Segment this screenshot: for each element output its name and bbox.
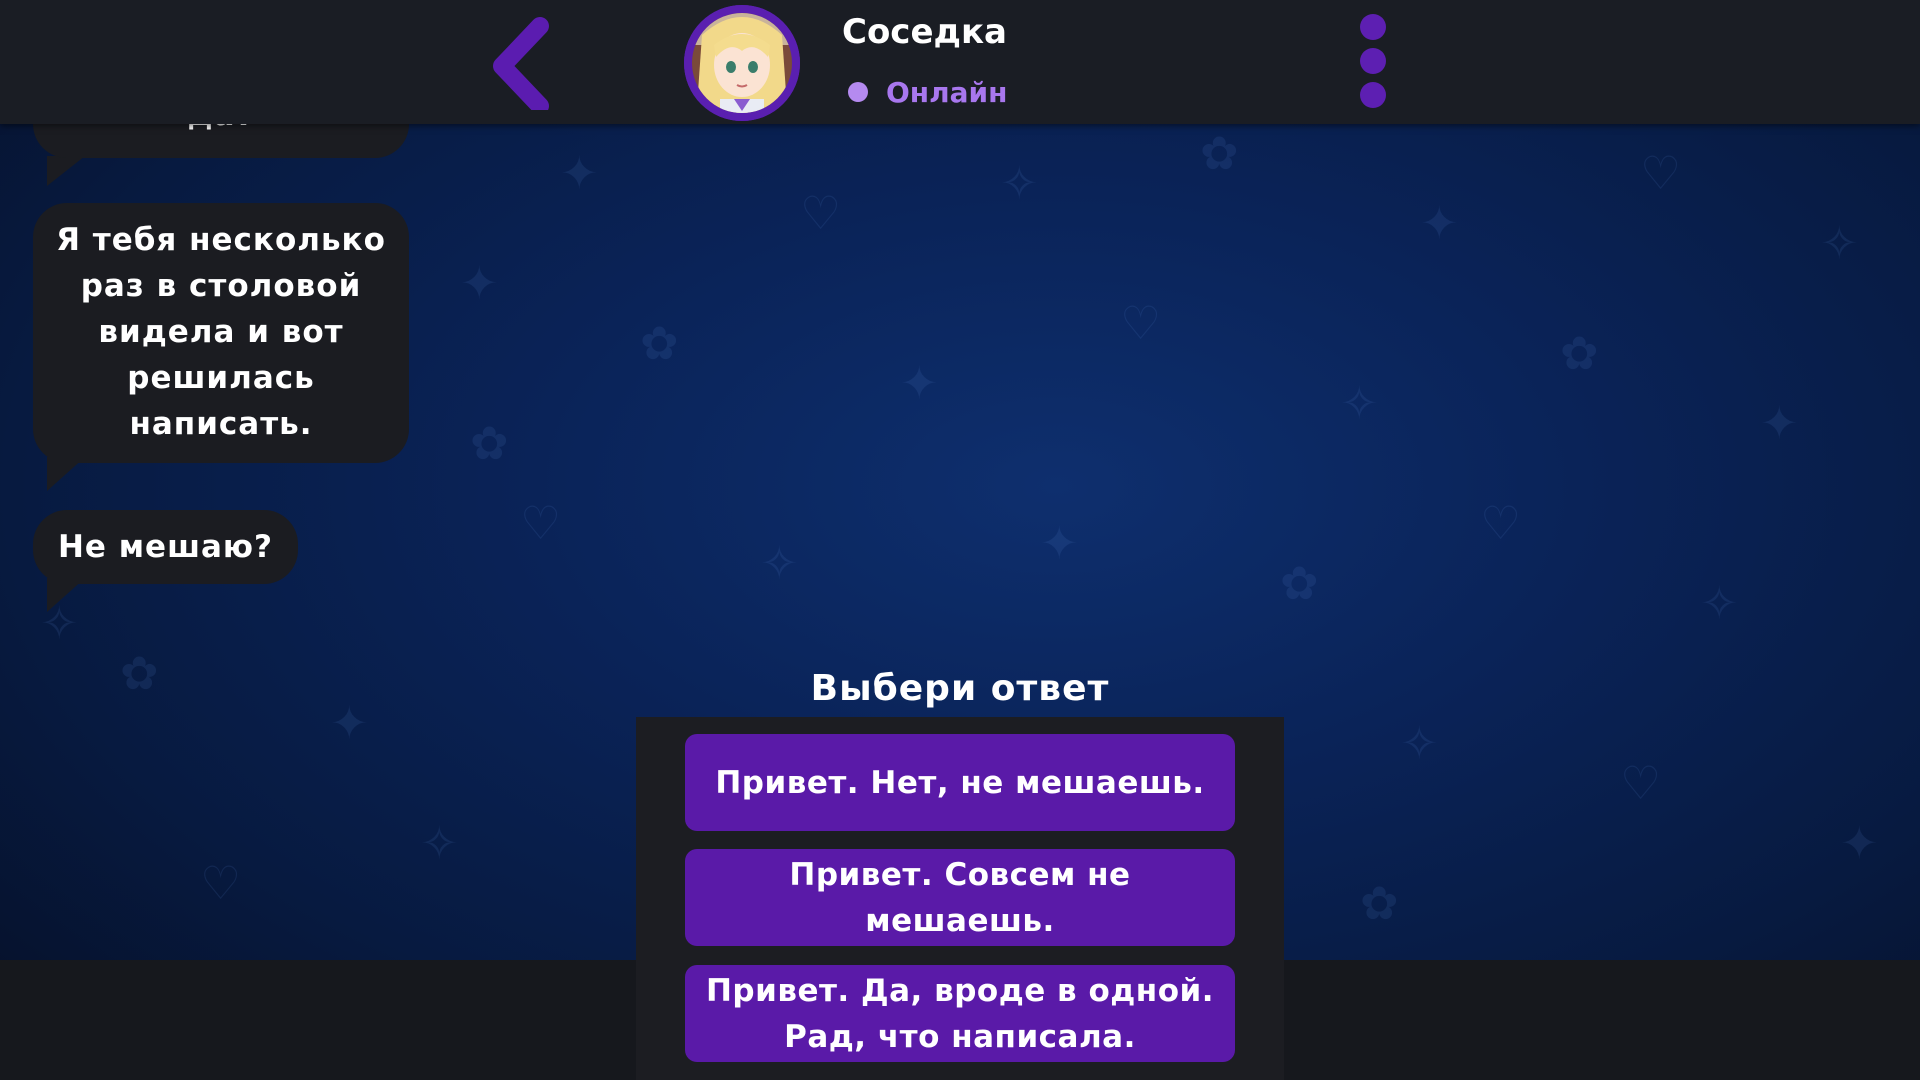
choice-option-2[interactable]: Привет. Совсем не мешаешь. <box>685 849 1235 946</box>
contact-name: Соседка <box>842 12 1008 52</box>
contact-avatar[interactable] <box>684 5 800 121</box>
message-text: Не мешаю? <box>57 529 274 565</box>
contact-status: Онлайн <box>886 76 1008 109</box>
chat-header: Соседка Онлайн <box>0 0 1920 124</box>
message-bubble: Не мешаю? <box>33 510 298 612</box>
message-text: Я тебя несколько раз в столовой видела и… <box>56 222 386 442</box>
back-arrow-icon[interactable] <box>488 10 558 110</box>
choice-panel: Привет. Нет, не мешаешь. Привет. Совсем … <box>636 717 1284 1080</box>
more-vertical-icon[interactable] <box>1355 14 1391 114</box>
choice-option-3[interactable]: Привет. Да, вроде в одной. Рад, что напи… <box>685 965 1235 1062</box>
online-dot-icon <box>848 82 868 102</box>
message-bubble: Я тебя несколько раз в столовой видела и… <box>33 203 409 491</box>
choice-prompt-title: Выбери ответ <box>810 668 1110 709</box>
choice-option-1[interactable]: Привет. Нет, не мешаешь. <box>685 734 1235 831</box>
